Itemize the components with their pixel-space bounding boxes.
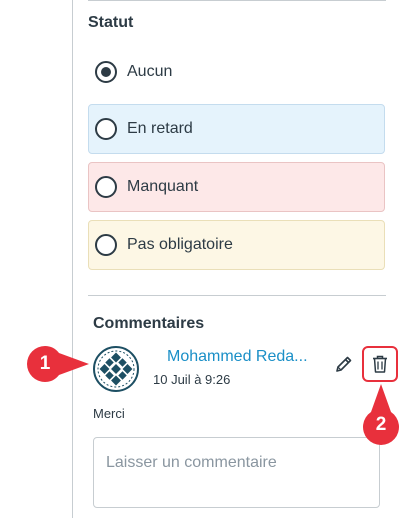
radio-checked-icon[interactable]: [95, 61, 117, 83]
radio-unchecked-icon[interactable]: [95, 176, 117, 198]
callout-badge-1: 1: [25, 344, 91, 384]
section-divider: [88, 295, 386, 296]
top-divider: [88, 0, 386, 1]
comment-author-link[interactable]: Mohammed Reda...: [167, 348, 308, 366]
callout-badge-2: 2: [359, 382, 403, 454]
status-option-missing[interactable]: Manquant: [88, 162, 385, 212]
status-option-label: Aucun: [127, 63, 173, 80]
panel-left-border: [72, 0, 73, 518]
comments-title: Commentaires: [93, 315, 205, 332]
pencil-icon[interactable]: [334, 354, 354, 374]
comment-input[interactable]: [93, 437, 380, 508]
trash-icon: [373, 355, 387, 373]
comment-date: 10 Juil à 9:26: [153, 372, 231, 387]
comment-text: Merci: [93, 406, 125, 421]
status-title: Statut: [88, 14, 134, 31]
status-option-none[interactable]: Aucun: [88, 47, 385, 97]
delete-comment-button[interactable]: [362, 346, 398, 382]
callout-number: 1: [39, 353, 51, 374]
avatar-icon: [93, 346, 139, 392]
status-option-label: Manquant: [127, 178, 199, 195]
status-option-late[interactable]: En retard: [88, 104, 385, 154]
radio-unchecked-icon[interactable]: [95, 118, 117, 140]
status-option-label: En retard: [127, 120, 193, 137]
callout-number: 2: [375, 414, 387, 435]
radio-unchecked-icon[interactable]: [95, 234, 117, 256]
status-option-excused[interactable]: Pas obligatoire: [88, 220, 385, 270]
status-option-label: Pas obligatoire: [127, 236, 233, 253]
